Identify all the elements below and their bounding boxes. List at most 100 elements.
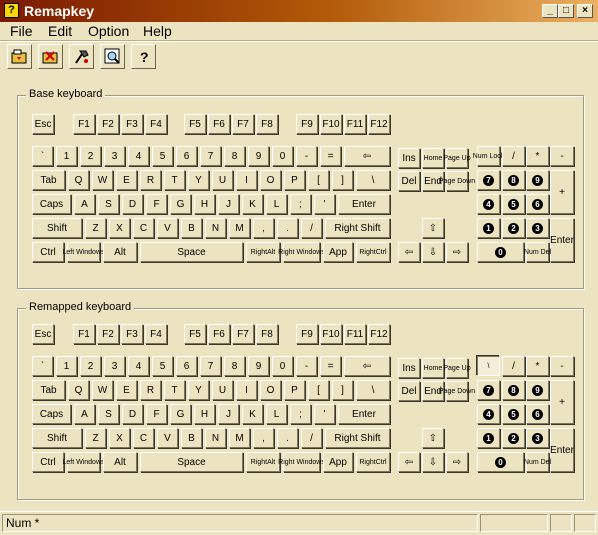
base-key-left[interactable]: ⇦ [398, 242, 420, 262]
base-key-lwin[interactable]: Left Windows [62, 242, 105, 262]
base-key-alt[interactable]: Alt [103, 242, 137, 262]
remap-key-j[interactable]: J [218, 404, 239, 424]
base-key-bsl[interactable]: \ [356, 170, 390, 190]
remap-key-e[interactable]: E [116, 380, 137, 400]
base-key-quote[interactable]: ' [314, 194, 335, 214]
base-key-grave[interactable]: ` [32, 146, 53, 166]
base-key-period[interactable]: . [277, 218, 298, 238]
base-key-f[interactable]: F [146, 194, 167, 214]
remap-key-down[interactable]: ⇩ [422, 452, 444, 472]
base-key-f11[interactable]: F11 [344, 114, 366, 134]
remap-key-l[interactable]: L [266, 404, 287, 424]
remap-key-d7[interactable]: 7 [200, 356, 221, 376]
base-key-kp1[interactable]: 1 [477, 218, 500, 238]
base-key-i[interactable]: I [236, 170, 257, 190]
remap-key-ins[interactable]: Ins [398, 358, 420, 378]
base-key-d1[interactable]: 1 [56, 146, 77, 166]
remap-key-esc[interactable]: Esc [32, 324, 54, 344]
remap-key-d2[interactable]: 2 [80, 356, 101, 376]
remap-key-kpmul[interactable]: * [526, 356, 549, 376]
remap-key-u[interactable]: U [212, 380, 233, 400]
base-key-j[interactable]: J [218, 194, 239, 214]
base-key-f9[interactable]: F9 [296, 114, 318, 134]
base-key-h[interactable]: H [194, 194, 215, 214]
remap-key-d8[interactable]: 8 [224, 356, 245, 376]
base-key-kp7[interactable]: 7 [477, 170, 500, 190]
remap-key-d4[interactable]: 4 [128, 356, 149, 376]
preview-button[interactable] [100, 44, 125, 69]
menu-file[interactable]: File [10, 23, 33, 39]
base-key-d7[interactable]: 7 [200, 146, 221, 166]
remap-key-f5[interactable]: F5 [184, 324, 206, 344]
remap-key-f3[interactable]: F3 [121, 324, 143, 344]
remap-key-right[interactable]: ⇨ [446, 452, 468, 472]
base-key-ralt[interactable]: RightAlt [246, 242, 280, 262]
base-key-rshift[interactable]: Right Shift [325, 218, 390, 238]
base-key-pgup[interactable]: Page Up [443, 148, 471, 168]
base-key-enter[interactable]: Enter [338, 194, 390, 214]
base-key-d0[interactable]: 0 [272, 146, 293, 166]
remap-key-d1[interactable]: 1 [56, 356, 77, 376]
remap-key-lshift[interactable]: Shift [32, 428, 82, 448]
menu-help[interactable]: Help [143, 23, 172, 39]
base-key-y[interactable]: Y [188, 170, 209, 190]
base-key-x[interactable]: X [109, 218, 130, 238]
remap-key-kp9[interactable]: 9 [526, 380, 549, 400]
base-key-app[interactable]: App [323, 242, 353, 262]
remap-key-h[interactable]: H [194, 404, 215, 424]
remap-key-f1[interactable]: F1 [73, 324, 95, 344]
remap-key-d9[interactable]: 9 [248, 356, 269, 376]
remap-key-a[interactable]: A [74, 404, 95, 424]
base-key-ctrl[interactable]: Ctrl [32, 242, 64, 262]
close-button[interactable]: × [577, 4, 593, 18]
base-key-kpenter[interactable]: Enter [550, 218, 574, 262]
base-key-w[interactable]: W [92, 170, 113, 190]
base-key-up[interactable]: ⇧ [422, 218, 444, 238]
remap-key-pgup[interactable]: Page Up [443, 358, 471, 378]
remap-key-f12[interactable]: F12 [368, 324, 390, 344]
remap-key-n[interactable]: N [205, 428, 226, 448]
remap-key-alt[interactable]: Alt [103, 452, 137, 472]
base-key-f4[interactable]: F4 [145, 114, 167, 134]
base-key-tab[interactable]: Tab [32, 170, 65, 190]
remap-key-home[interactable]: Home [422, 358, 444, 378]
base-key-rwin[interactable]: Right Windows [278, 242, 325, 262]
remap-key-caps[interactable]: Caps [32, 404, 71, 424]
base-key-t[interactable]: T [164, 170, 185, 190]
base-key-g[interactable]: G [170, 194, 191, 214]
remap-key-numlock[interactable]: \ [477, 356, 500, 376]
base-key-f7[interactable]: F7 [232, 114, 254, 134]
maximize-button[interactable]: □ [558, 4, 574, 18]
remap-key-minus[interactable]: - [296, 356, 317, 376]
base-key-kpdel[interactable]: Num Del [524, 242, 551, 262]
remap-key-w[interactable]: W [92, 380, 113, 400]
remap-key-quote[interactable]: ' [314, 404, 335, 424]
menu-option[interactable]: Option [88, 23, 129, 39]
base-key-comma[interactable]: , [253, 218, 274, 238]
base-key-v[interactable]: V [157, 218, 178, 238]
remap-key-i[interactable]: I [236, 380, 257, 400]
base-key-home[interactable]: Home [422, 148, 444, 168]
base-key-d6[interactable]: 6 [176, 146, 197, 166]
base-key-r[interactable]: R [140, 170, 161, 190]
remap-key-z[interactable]: Z [85, 428, 106, 448]
base-key-kp3[interactable]: 3 [526, 218, 549, 238]
base-key-kp5[interactable]: 5 [502, 194, 525, 214]
base-key-d[interactable]: D [122, 194, 143, 214]
remap-key-semi[interactable]: ; [290, 404, 311, 424]
base-key-n[interactable]: N [205, 218, 226, 238]
title-bar[interactable]: ? Remapkey _ □ × [0, 0, 598, 22]
base-key-del[interactable]: Del [398, 171, 420, 191]
open-button[interactable] [7, 44, 32, 69]
restore-button[interactable] [38, 44, 63, 69]
remap-key-s[interactable]: S [98, 404, 119, 424]
remap-key-ctrl[interactable]: Ctrl [32, 452, 64, 472]
base-key-kp8[interactable]: 8 [502, 170, 525, 190]
remap-key-kp2[interactable]: 2 [502, 428, 525, 448]
remap-key-left[interactable]: ⇦ [398, 452, 420, 472]
base-key-f2[interactable]: F2 [97, 114, 119, 134]
remap-key-x[interactable]: X [109, 428, 130, 448]
remap-key-pgdn[interactable]: Page Down [439, 381, 475, 401]
base-key-rctrl[interactable]: RightCtrl [356, 242, 390, 262]
base-key-z[interactable]: Z [85, 218, 106, 238]
